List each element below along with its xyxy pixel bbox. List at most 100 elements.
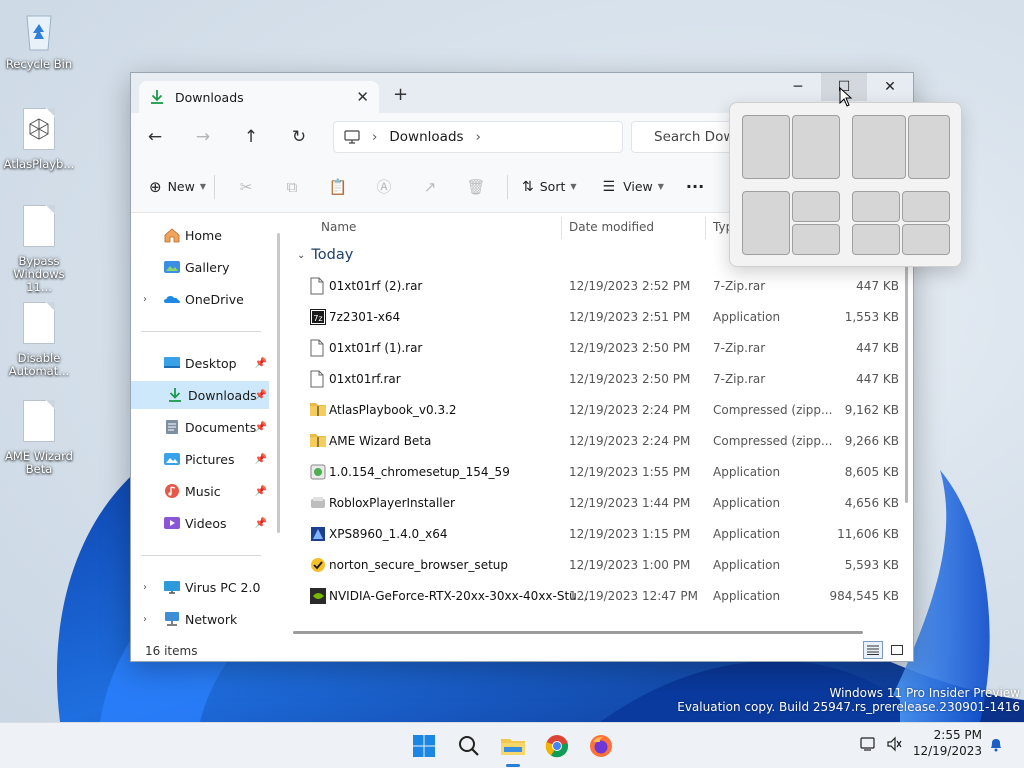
group-header-today[interactable]: ⌄ Today xyxy=(297,247,353,263)
chevron-right-icon[interactable]: › xyxy=(143,582,147,593)
nav-item-this-pc[interactable]: › Virus PC 2.0 xyxy=(131,573,269,601)
file-row[interactable]: AME Wizard Beta 12/19/2023 2:24 PM Compres… xyxy=(287,426,913,457)
see-more-button[interactable]: ··· xyxy=(686,177,704,196)
file-name: 01xt01rf (1).rar xyxy=(329,341,423,355)
desktop-icon-disable-automat[interactable]: Disable Automat... xyxy=(0,302,78,378)
pin-icon[interactable]: 📌 xyxy=(255,454,267,465)
chevron-right-icon[interactable]: › xyxy=(476,129,481,145)
nav-item-documents[interactable]: Documents 📌 xyxy=(131,413,269,441)
desktop-icon-recycle-bin[interactable]: Recycle Bin xyxy=(0,8,78,71)
chevron-down-icon: ⌄ xyxy=(297,249,306,261)
new-button[interactable]: ⊕ New ▼ xyxy=(149,178,206,196)
new-tab-button[interactable]: + xyxy=(393,84,408,105)
nav-item-downloads[interactable]: Downloads 📌 xyxy=(131,381,269,409)
address-segment[interactable]: Downloads xyxy=(389,129,463,145)
up-button[interactable]: ↑ xyxy=(227,127,275,147)
clock[interactable]: 2:55 PM 12/19/2023 xyxy=(912,727,982,759)
snap-zone-quad-tl[interactable] xyxy=(852,191,900,222)
nav-item-pictures[interactable]: Pictures 📌 xyxy=(131,445,269,473)
pin-icon[interactable]: 📌 xyxy=(255,518,267,529)
taskbar-chrome[interactable] xyxy=(542,731,572,761)
watermark-line-2: Evaluation copy. Build 25947.rs_prerelea… xyxy=(677,700,1020,714)
snap-zone-main-left[interactable] xyxy=(742,191,790,255)
delete-icon[interactable]: 🗑 xyxy=(453,178,499,196)
address-bar[interactable]: › Downloads › xyxy=(333,121,623,153)
chevron-right-icon[interactable]: › xyxy=(143,614,147,625)
rename-icon[interactable]: Ⓐ xyxy=(361,176,407,197)
cut-icon[interactable]: ✂ xyxy=(223,178,269,196)
file-row[interactable]: 1.0.154_chromesetup_154_59 12/19/2023 1:5… xyxy=(287,457,913,488)
nav-item-desktop[interactable]: Desktop 📌 xyxy=(131,349,269,377)
column-header-date[interactable]: Date modified xyxy=(569,213,654,241)
file-date: 12/19/2023 1:15 PM xyxy=(569,527,691,541)
horizontal-scrollbar[interactable] xyxy=(293,631,863,634)
file-row[interactable]: 7z 7z2301-x64 12/19/2023 2:51 PM Applicatio… xyxy=(287,302,913,333)
taskbar-file-explorer[interactable] xyxy=(498,731,528,767)
close-tab-icon[interactable]: ✕ xyxy=(356,88,369,106)
tiles-view-button[interactable] xyxy=(887,641,907,659)
taskbar-firefox[interactable] xyxy=(586,731,616,761)
minimize-button[interactable]: ─ xyxy=(775,73,821,101)
notification-bell-icon[interactable] xyxy=(988,736,1004,756)
snap-zone-half-right[interactable] xyxy=(792,115,840,179)
pin-icon[interactable]: 📌 xyxy=(255,390,267,401)
details-view-button[interactable] xyxy=(863,641,883,659)
file-name: 1.0.154_chromesetup_154_59 xyxy=(329,465,510,479)
paste-icon[interactable]: 📋 xyxy=(315,178,361,196)
file-date: 12/19/2023 1:44 PM xyxy=(569,496,691,510)
file-row[interactable]: 01xt01rf (2).rar 12/19/2023 2:52 PM 7-Zip.… xyxy=(287,271,913,302)
tray-network-icon[interactable] xyxy=(860,736,878,756)
nav-scrollbar[interactable] xyxy=(277,233,280,533)
snap-zone-bottom-right[interactable] xyxy=(792,224,840,255)
back-button[interactable]: ← xyxy=(131,127,179,147)
nav-item-music[interactable]: Music 📌 xyxy=(131,477,269,505)
share-icon[interactable]: ↗ xyxy=(407,178,453,196)
mouse-cursor-icon xyxy=(839,87,853,107)
desktop-icon-label: AtlasPlayb... xyxy=(3,157,75,171)
start-button[interactable] xyxy=(409,731,439,761)
file-row[interactable]: 01xt01rf (1).rar 12/19/2023 2:50 PM 7-Zip.… xyxy=(287,333,913,364)
file-row[interactable]: NVIDIA-GeForce-RTX-20xx-30xx-40xx-Stu...… xyxy=(287,581,913,612)
pin-icon[interactable]: 📌 xyxy=(255,422,267,433)
column-divider[interactable] xyxy=(705,217,706,239)
nav-label: Virus PC 2.0 xyxy=(185,579,261,595)
tab-downloads[interactable]: Downloads ✕ xyxy=(139,81,379,113)
snap-zone-narrow-right[interactable] xyxy=(908,115,950,179)
sort-button[interactable]: ⇅ Sort ▼ xyxy=(522,179,577,195)
copy-icon[interactable]: ⧉ xyxy=(269,178,315,196)
column-header-name[interactable]: Name xyxy=(321,213,356,241)
close-window-button[interactable]: ✕ xyxy=(867,73,913,101)
forward-button[interactable]: → xyxy=(179,127,227,147)
column-divider[interactable] xyxy=(561,217,562,239)
snap-zone-wide-left[interactable] xyxy=(852,115,906,179)
refresh-button[interactable]: ↻ xyxy=(275,127,323,147)
pin-icon[interactable]: 📌 xyxy=(255,486,267,497)
file-size: 447 KB xyxy=(856,341,899,355)
windows-logo-icon xyxy=(413,735,435,757)
chevron-right-icon[interactable]: › xyxy=(143,294,147,305)
desktop-icon-bypass[interactable]: Bypass Windows 11... xyxy=(0,205,78,294)
pin-icon[interactable]: 📌 xyxy=(255,358,267,369)
view-button[interactable]: ☰ View ▼ xyxy=(603,179,664,195)
file-date: 12/19/2023 2:52 PM xyxy=(569,279,691,293)
desktop-icon-ame-wizard[interactable]: AME Wizard Beta xyxy=(0,400,78,476)
nav-item-home[interactable]: Home xyxy=(131,221,269,249)
snap-zone-quad-bl[interactable] xyxy=(852,224,900,255)
file-row[interactable]: RobloxPlayerInstaller 12/19/2023 1:44 PM A… xyxy=(287,488,913,519)
nav-item-videos[interactable]: Videos 📌 xyxy=(131,509,269,537)
snap-zone-quad-br[interactable] xyxy=(902,224,950,255)
snap-zone-quad-tr[interactable] xyxy=(902,191,950,222)
snap-zone-top-right[interactable] xyxy=(792,191,840,222)
snap-zone-half-left[interactable] xyxy=(742,115,790,179)
file-type: Application xyxy=(713,310,781,324)
file-row[interactable]: AtlasPlaybook_v0.3.2 12/19/2023 2:24 PM Co… xyxy=(287,395,913,426)
file-row[interactable]: norton_secure_browser_setup 12/19/2023 1:… xyxy=(287,550,913,581)
tray-volume-icon[interactable] xyxy=(886,736,902,756)
nav-item-onedrive[interactable]: › OneDrive xyxy=(131,285,269,313)
desktop-icon-atlasplaybook[interactable]: AtlasPlayb... xyxy=(0,108,78,171)
file-row[interactable]: 01xt01rf.rar 12/19/2023 2:50 PM 7-Zip.rar 4… xyxy=(287,364,913,395)
search-button[interactable] xyxy=(454,731,484,761)
nav-item-network[interactable]: › Network xyxy=(131,605,269,633)
nav-item-gallery[interactable]: Gallery xyxy=(131,253,269,281)
file-row[interactable]: XPS8960_1.4.0_x64 12/19/2023 1:15 PM Appli… xyxy=(287,519,913,550)
